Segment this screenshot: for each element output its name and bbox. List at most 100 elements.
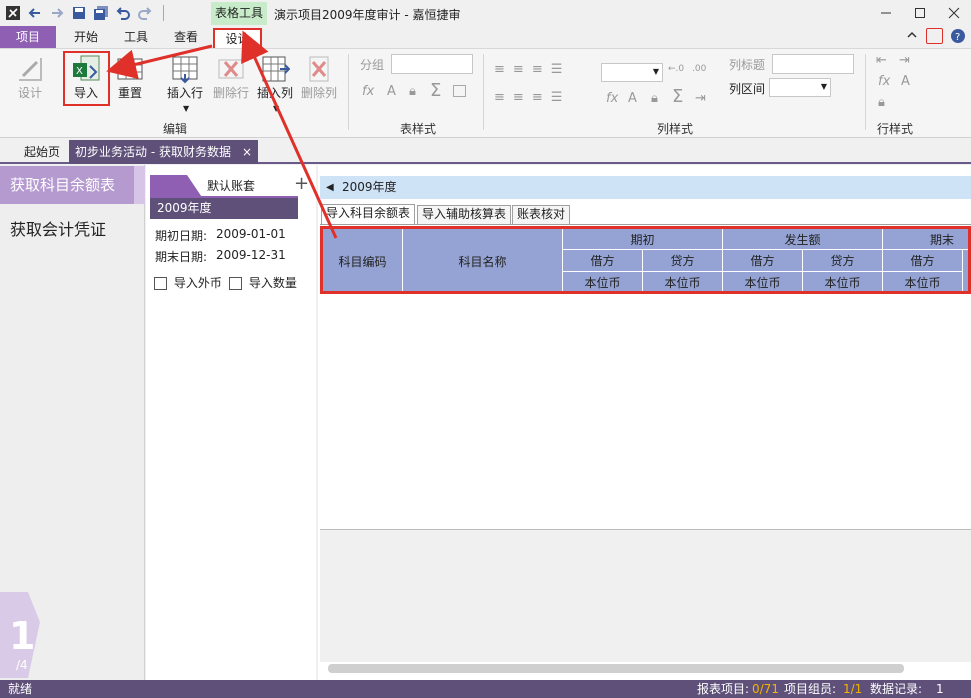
header-occurrence-credit[interactable]: 贷方 [803,250,883,272]
reset-button[interactable]: 重置 [110,54,150,101]
tab-start[interactable]: 开始 [66,26,106,48]
valign-middle-icon[interactable]: ≡ [513,90,524,105]
save-all-icon[interactable] [92,4,110,22]
group-input[interactable] [391,54,473,74]
sidebar-item-balance-sheet[interactable]: 获取科目余额表 [0,166,134,204]
tab-tools[interactable]: 工具 [116,26,156,48]
app-logo-icon[interactable] [4,4,22,22]
add-account-set-icon[interactable]: + [294,173,309,194]
import-button[interactable]: X 导入 [66,54,106,101]
collapse-ribbon-icon[interactable] [906,29,918,44]
horizontal-scrollbar[interactable] [328,664,904,673]
feedback-icon[interactable] [926,28,943,44]
import-quantity-option[interactable]: 导入数量 [229,274,297,291]
col-fx-icon[interactable]: fx [606,91,618,106]
forward-icon[interactable] [48,4,66,22]
close-tab-icon[interactable]: × [242,140,252,164]
insert-row-dropdown-icon[interactable]: ▼ [183,104,189,113]
header-currency: 本位币 [803,272,883,291]
status-ready: 就绪 [8,682,33,696]
subtab-import-auxiliary[interactable]: 导入辅助核算表 [417,205,512,224]
chevron-down-icon: ▼ [820,82,827,91]
design-button[interactable]: 设计 [10,54,50,101]
header-opening-debit[interactable]: 借方 [563,250,643,272]
subtab-import-balance[interactable]: 导入科目余额表 [321,204,416,225]
import-foreign-checkbox[interactable] [154,277,167,290]
valign-top-icon[interactable]: ≡ [494,90,505,105]
align-left-icon[interactable]: ≡ [494,62,505,77]
import-foreign-option[interactable]: 导入外币 [154,274,222,291]
account-set-tab[interactable]: 默认账套 [196,177,266,194]
row-font-icon[interactable]: A [901,74,910,89]
header-account-code[interactable]: 科目编码 [323,229,403,291]
header-closing-debit[interactable]: 借方 [883,250,963,272]
insert-row-button[interactable]: 插入行 [164,54,206,101]
align-justify-icon[interactable]: ☰ [551,62,563,77]
help-icon[interactable]: ? [950,28,966,47]
wrap-icon[interactable]: ☰ [551,90,563,105]
collapse-arrow-icon[interactable]: ◀ [326,176,334,199]
fx-icon[interactable]: fx [362,84,374,99]
col-range-label: 列区间 [729,82,766,96]
tab-view[interactable]: 查看 [166,26,206,48]
insert-col-dropdown-icon[interactable]: ▼ [273,104,279,113]
header-occurrence-debit[interactable]: 借方 [723,250,803,272]
table-grid-icon[interactable] [453,85,466,97]
subtab-reconcile[interactable]: 账表核对 [512,205,571,224]
group-separator [865,54,866,130]
save-icon[interactable] [70,4,88,22]
maximize-icon[interactable] [905,2,935,24]
col-title-input[interactable] [772,54,854,74]
header-currency: 本位币 [723,272,803,291]
row-fx-icon[interactable]: fx [878,74,890,89]
insert-col-button[interactable]: 插入列 [254,54,296,101]
import-quantity-checkbox[interactable] [229,277,242,290]
account-year[interactable]: 2009年度 [150,198,298,219]
page-indicator-current: 1 [9,614,36,658]
row-indent-icon[interactable]: ⇤ [876,53,887,68]
header-opening-credit[interactable]: 贷方 [643,250,723,272]
minimize-icon[interactable] [871,2,901,24]
chevron-down-icon: ▼ [652,67,659,76]
valign-bottom-icon[interactable]: ≡ [532,90,543,105]
lock-icon[interactable]: 🔒︎ [409,84,416,99]
header-currency: 本位币 [563,272,643,291]
context-tab-title: 表格工具 [211,2,267,25]
insert-col-label: 插入列 [256,86,293,100]
col-range-select[interactable]: ▼ [769,78,831,97]
decimal-increase-icon[interactable]: ←.0 [668,64,684,74]
sidebar-item-vouchers[interactable]: 获取会计凭证 [10,216,106,240]
row-outdent-icon[interactable]: ⇥ [899,53,910,68]
header-occurrence[interactable]: 发生额 [723,229,883,250]
redo-icon[interactable] [136,4,154,22]
header-opening[interactable]: 期初 [563,229,723,250]
excel-import-icon: X [73,55,100,81]
align-right-icon[interactable]: ≡ [532,62,543,77]
sum-icon[interactable]: Σ [430,80,441,101]
header-account-name[interactable]: 科目名称 [403,229,563,291]
import-quantity-label: 导入数量 [248,276,297,290]
header-closing[interactable]: 期末 [883,229,968,250]
status-report-value: 0/71 [752,682,779,696]
grid-body[interactable] [320,294,971,529]
row-lock-icon[interactable]: 🔒︎ [878,95,885,110]
close-icon[interactable] [939,2,969,24]
window-title: 演示项目2009年度审计 - 嘉恒捷审 [274,8,461,22]
align-center-icon[interactable]: ≡ [513,62,524,77]
col-sum-icon[interactable]: Σ [672,86,683,107]
font-a-icon[interactable]: A [387,84,396,99]
tab-project[interactable]: 项目 [0,26,56,48]
tab-design[interactable]: 设计 [213,28,262,50]
col-indent-icon[interactable]: ⇥ [695,91,706,106]
decimal-decrease-icon[interactable]: .00 [692,64,706,74]
doc-tab-active[interactable]: 初步业务活动 - 获取财务数据 × [69,140,258,164]
status-report-label: 报表项目: [697,682,750,696]
back-icon[interactable] [26,4,44,22]
insert-row-icon [172,56,198,84]
number-format-select[interactable]: ▼ [601,63,663,82]
doc-tab-start[interactable]: 起始页 [18,141,66,163]
col-font-icon[interactable]: A [628,91,637,106]
col-lock-icon[interactable]: 🔒︎ [651,91,658,106]
insert-row-label: 插入行 [166,86,203,100]
undo-icon[interactable] [114,4,132,22]
